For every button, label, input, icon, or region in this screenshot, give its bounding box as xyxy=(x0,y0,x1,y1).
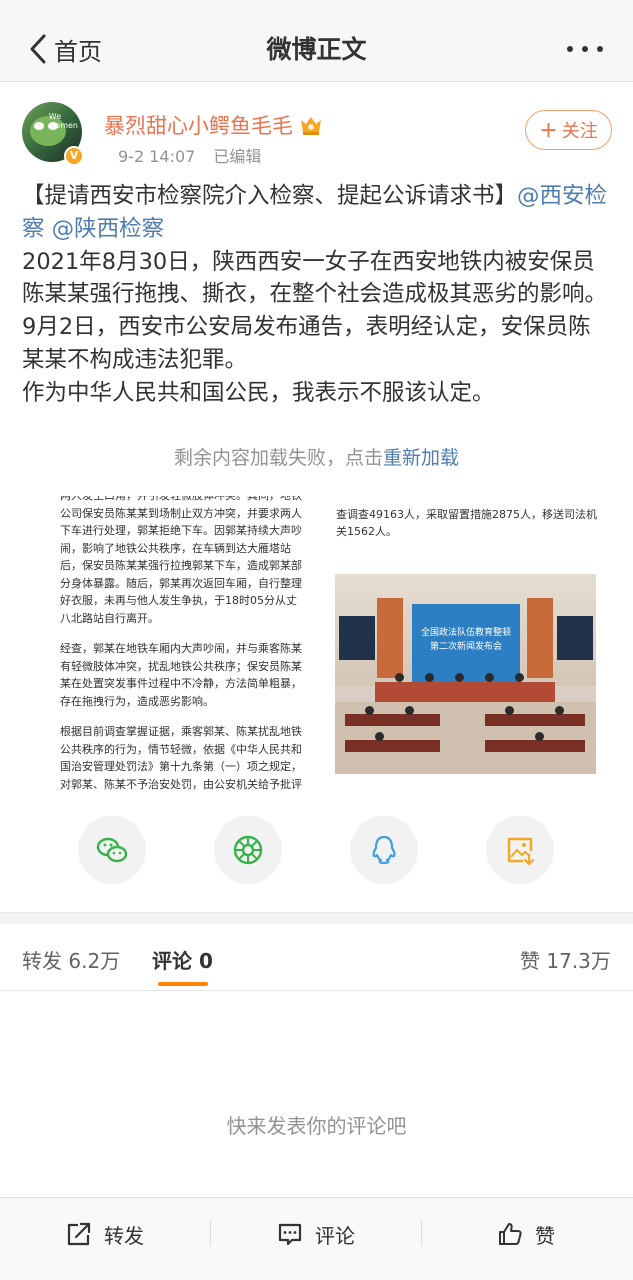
moments-share-button[interactable] xyxy=(214,816,282,884)
like-label: 赞 xyxy=(535,1223,555,1248)
follow-label: 关注 xyxy=(561,121,598,142)
wechat-icon xyxy=(96,837,128,863)
post-title: 【提请西安市检察院介入检察、提起公诉请求书】 xyxy=(22,183,518,209)
active-tab-indicator xyxy=(158,982,208,986)
like-button[interactable]: 赞 xyxy=(497,1198,555,1270)
post-title-line: 【提请西安市检察院介入检察、提起公诉请求书】@西安检察 @陕西检察 xyxy=(22,180,612,246)
plus-icon: + xyxy=(539,117,558,143)
author-name-row[interactable]: 暴烈甜心小鳄鱼毛毛 xyxy=(104,110,323,140)
moments-icon xyxy=(233,835,263,865)
follow-button[interactable]: + 关注 xyxy=(525,110,612,150)
reload-link[interactable]: 重新加载 xyxy=(383,447,459,469)
thumbs-up-icon xyxy=(499,1223,522,1245)
comment-icon xyxy=(278,1223,302,1246)
qq-icon xyxy=(372,835,396,865)
avatar-text: We women xyxy=(48,112,78,130)
repost-label: 转发 xyxy=(104,1223,144,1248)
more-options-button[interactable] xyxy=(567,46,603,52)
section-separator xyxy=(0,912,633,924)
repost-button[interactable]: 转发 xyxy=(66,1198,144,1270)
wechat-share-button[interactable] xyxy=(78,816,146,884)
notice-paragraph: 根据目前调查掌握证据，乘客郭某、陈某扰乱地铁公共秩序的行为，情节轻微，依据《中华… xyxy=(60,725,302,790)
screen-text: 全国政法队伍教育整顿 第二次新闻发布会 xyxy=(420,628,511,652)
save-image-button[interactable] xyxy=(486,816,554,884)
repost-icon xyxy=(67,1222,91,1246)
notice-paragraph: 经查，郭某在地铁车厢内大声吵闹，并与乘客陈某有轻微肢体冲突，扰乱地铁公共秩序；保… xyxy=(60,642,302,708)
image-caption-text: 查调查49163人，采取留置措施2875人，移送司法机关1562人。 xyxy=(336,508,597,538)
verified-badge-icon: V xyxy=(64,146,84,166)
post-image-press-conference[interactable]: 全国政法队伍教育整顿 第二次新闻发布会 xyxy=(335,574,596,774)
save-image-icon xyxy=(507,837,535,866)
tab-comment[interactable]: 评论 0 xyxy=(152,945,213,974)
comment-label: 评论 xyxy=(315,1223,355,1248)
load-failed-text: 剩余内容加载失败，点击 xyxy=(173,447,383,469)
author-name[interactable]: 暴烈甜心小鳄鱼毛毛 xyxy=(104,110,293,140)
post-paragraph: 2021年8月30日，陕西西安一女子在西安地铁内被安保员陈某某强行拖拽、撕衣，在… xyxy=(22,248,608,373)
page-title: 微博正文 xyxy=(266,35,367,64)
qq-share-button[interactable] xyxy=(350,816,418,884)
top-nav-bar: 首页 微博正文 xyxy=(0,0,633,82)
post-image-notice[interactable]: 两人发生口角，并引发轻微肢体冲突。其间，地铁公司保安员陈某某到场制止双方冲突，并… xyxy=(60,496,312,790)
comment-button[interactable]: 评论 xyxy=(277,1198,355,1270)
tab-repost[interactable]: 转发 6.2万 xyxy=(22,945,120,974)
tab-like[interactable]: 赞 17.3万 xyxy=(520,945,611,974)
tabs-divider xyxy=(0,990,633,991)
crown-badge-icon xyxy=(301,117,321,135)
mention-shaanxi-procuratorate[interactable]: @陕西检察 xyxy=(52,216,165,242)
edited-label: 已编辑 xyxy=(213,147,262,166)
empty-comments-message: 快来发表你的评论吧 xyxy=(226,1114,407,1138)
post-paragraph: 作为中华人民共和国公民，我表示不服该认定。 xyxy=(22,379,495,406)
post-time: 9-2 14:07 xyxy=(118,147,196,166)
post-meta: 9-2 14:07 已编辑 xyxy=(118,143,261,167)
bottom-action-bar: 转发 评论 赞 xyxy=(0,1197,633,1280)
post-text: 【提请西安市检察院介入检察、提起公诉请求书】@西安检察 @陕西检察 2021年8… xyxy=(22,180,612,410)
load-failed-message: 剩余内容加载失败，点击重新加载 xyxy=(0,443,633,470)
more-dots-icon xyxy=(567,46,573,52)
notice-paragraph: 两人发生口角，并引发轻微肢体冲突。其间，地铁公司保安员陈某某到场制止双方冲突，并… xyxy=(60,496,302,625)
